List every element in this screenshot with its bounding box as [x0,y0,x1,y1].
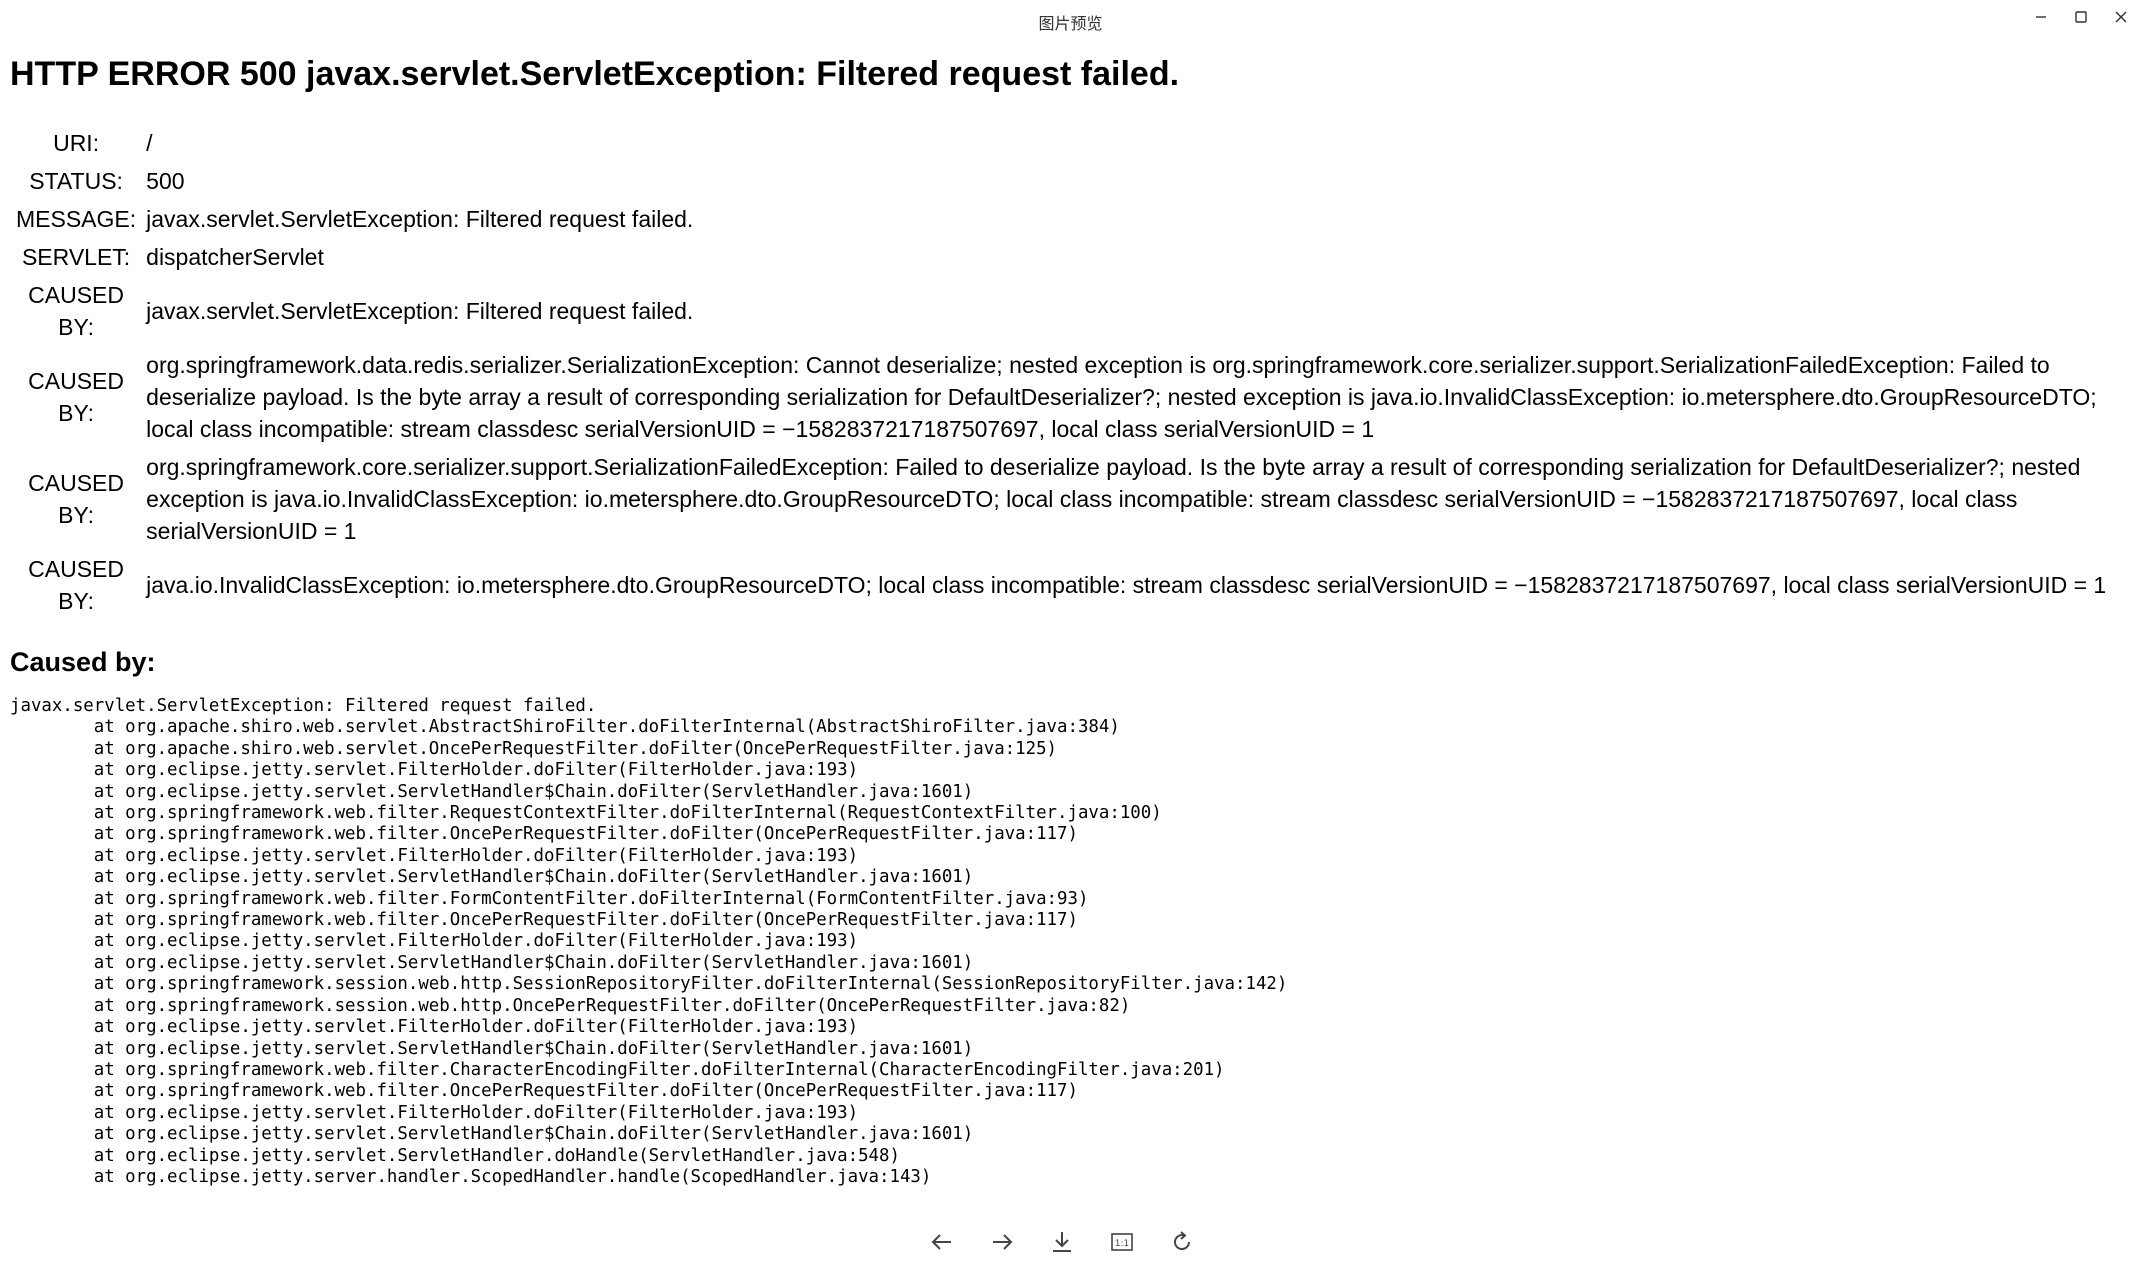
info-row-value: javax.servlet.ServletException: Filtered… [146,206,694,232]
info-row-value: 500 [146,168,185,194]
error-info-table: URI: / STATUS: 500 MESSAGE: javax.servlet.Ser… [10,124,2135,620]
download-button[interactable] [1040,1222,1084,1262]
info-row: CAUSED BY: org.springframework.core.seria… [10,448,2135,550]
info-row: MESSAGE: javax.servlet.ServletException: … [10,200,2135,238]
caused-by-heading: Caused by: [10,647,156,677]
actual-size-button[interactable]: 1:1 [1100,1222,1144,1262]
info-row-label: CAUSED BY: [28,470,124,528]
maximize-button[interactable] [2066,4,2096,30]
error-heading: HTTP ERROR 500 javax.servlet.ServletExce… [10,55,1180,93]
close-button[interactable] [2106,4,2136,30]
info-row-label: URI: [53,130,100,156]
info-row-label: CAUSED BY: [28,282,124,340]
info-row: STATUS: 500 [10,162,2135,200]
info-row: CAUSED BY: java.io.InvalidClassException:… [10,550,2135,620]
previous-button[interactable] [920,1222,964,1262]
title-bar[interactable]: 图片预览 [0,0,2141,40]
info-row: CAUSED BY: javax.servlet.ServletException… [10,276,2135,346]
info-row-label: SERVLET: [21,244,131,270]
next-button[interactable] [980,1222,1024,1262]
rotate-button[interactable] [1160,1222,1204,1262]
info-row-value: org.springframework.core.serializer.supp… [146,454,2081,544]
arrow-left-icon [931,1234,951,1250]
info-row-value: org.springframework.data.redis.serialize… [146,352,2097,442]
actual-size-icon: 1:1 [1111,1233,1133,1251]
rotate-icon [1174,1231,1191,1251]
window-title: 图片预览 [1038,14,1103,33]
info-row-label: CAUSED BY: [28,556,124,614]
close-icon [2115,11,2127,23]
info-row: CAUSED BY: org.springframework.data.redis… [10,346,2135,448]
info-row: URI: / [10,124,2135,162]
info-row-value: javax.servlet.ServletException: Filtered… [146,298,694,324]
download-icon [1053,1232,1071,1252]
preview-toolbar: 1:1 [920,1222,1204,1262]
stack-trace: javax.servlet.ServletException: Filtered… [10,696,1288,1187]
arrow-right-icon [993,1234,1013,1250]
info-row-label: CAUSED BY: [28,368,124,426]
info-row-value: dispatcherServlet [146,244,324,270]
info-row-value: java.io.InvalidClassException: io.meters… [146,572,2107,598]
minimize-button[interactable] [2026,4,2056,30]
info-row-label: STATUS: [29,168,123,194]
maximize-icon [2075,11,2087,23]
info-row-value: / [146,130,153,156]
info-row: SERVLET: dispatcherServlet [10,238,2135,276]
info-row-label: MESSAGE: [16,206,137,232]
image-preview-window: 图片预览 HTTP ERROR 500 javax.servlet.Servle… [0,0,2141,1280]
preview-image: HTTP ERROR 500 javax.servlet.ServletExce… [10,40,2135,1200]
actual-size-label: 1:1 [1115,1239,1129,1249]
minimize-icon [2036,16,2046,18]
